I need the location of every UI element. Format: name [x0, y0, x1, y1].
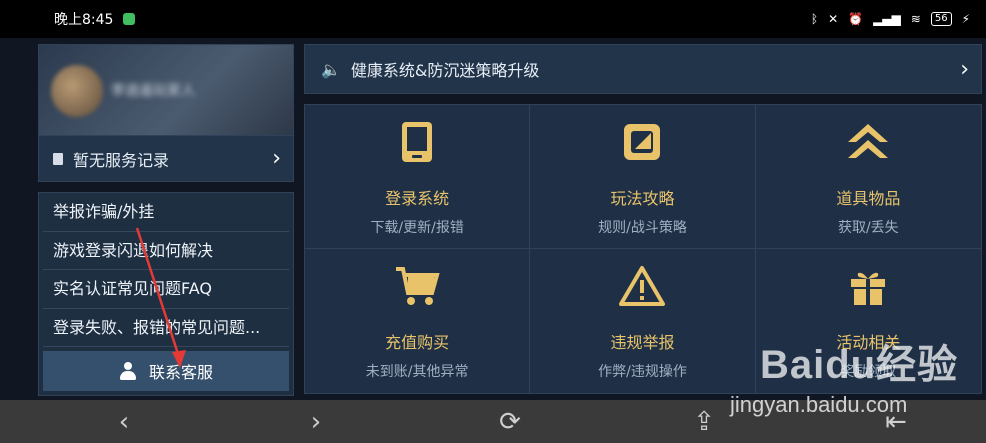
- category-subtitle: 获取/丢失: [837, 220, 899, 236]
- category-items[interactable]: 道具物品 获取/丢失: [755, 105, 981, 249]
- back-icon[interactable]: ‹: [108, 406, 140, 438]
- profile-card[interactable]: 李逍遥玩家人: [38, 44, 294, 136]
- share-icon[interactable]: ⇪: [688, 406, 720, 438]
- watermark-logo: Baidu经验 jingyan.baidu.com: [730, 330, 980, 440]
- service-record-row[interactable]: 暂无服务记录 ›: [38, 136, 294, 182]
- charging-icon: ⚡: [961, 12, 970, 26]
- battery-icon: 56: [930, 12, 952, 26]
- document-icon: [53, 152, 63, 165]
- category-title: 违规举报: [610, 333, 675, 352]
- tablet-icon: [394, 119, 440, 165]
- service-record-label: 暂无服务记录: [73, 150, 170, 170]
- chevron-right-icon: ›: [272, 146, 281, 171]
- alarm-icon: ⏰: [848, 12, 864, 26]
- chevron-right-icon: ›: [960, 56, 969, 82]
- category-subtitle: 作弊/违规操作: [598, 364, 687, 380]
- faq-item[interactable]: 登录失败、报错的常见问题...: [43, 309, 289, 347]
- faq-item[interactable]: 游戏登录闪退如何解决: [43, 232, 289, 270]
- person-icon: [119, 362, 137, 380]
- faq-list: 举报诈骗/外挂 游戏登录闪退如何解决 实名认证常见问题FAQ 登录失败、报错的常…: [38, 192, 294, 396]
- notification-app-icon: [123, 13, 136, 25]
- watermark-brand: Baidu经验: [760, 343, 959, 387]
- status-icons: ᛒ ✕ ⏰ ▂▄▆ ≋ 56 ⚡: [811, 12, 970, 26]
- wifi-icon: ≋: [910, 12, 921, 26]
- cart-icon: [394, 263, 440, 309]
- category-title: 登录系统: [385, 189, 450, 208]
- gift-icon: [845, 263, 891, 309]
- guide-icon: [619, 119, 665, 165]
- category-subtitle: 未到账/其他异常: [365, 364, 469, 380]
- category-guide[interactable]: 玩法攻略 规则/战斗策略: [530, 105, 756, 249]
- watermark-url: jingyan.baidu.com: [730, 392, 908, 417]
- profile-name: 李逍遥玩家人: [111, 83, 195, 99]
- signal-icon: ▂▄▆: [873, 12, 901, 26]
- chevron-up-double-icon: [845, 119, 891, 165]
- left-column: 李逍遥玩家人 暂无服务记录 › 举报诈骗/外挂 游戏登录闪退如何解决 实名认证常…: [38, 44, 294, 396]
- contact-support-button[interactable]: 联系客服: [43, 351, 289, 391]
- refresh-icon[interactable]: ⟳: [494, 406, 526, 438]
- avatar: [51, 65, 103, 117]
- category-subtitle: 规则/战斗策略: [598, 220, 687, 236]
- status-bar: 晚上8:45 ᛒ ✕ ⏰ ▂▄▆ ≋ 56 ⚡: [0, 0, 986, 38]
- category-report[interactable]: 违规举报 作弊/违规操作: [530, 249, 756, 393]
- category-title: 充值购买: [385, 333, 450, 352]
- mute-icon: ✕: [828, 12, 839, 26]
- speaker-icon: 🔈: [321, 59, 341, 79]
- faq-item[interactable]: 举报诈骗/外挂: [43, 193, 289, 232]
- bluetooth-icon: ᛒ: [810, 12, 819, 26]
- forward-icon[interactable]: ›: [300, 406, 332, 438]
- category-subtitle: 下载/更新/报错: [370, 220, 464, 236]
- notice-text: 健康系统&防沉迷策略升级: [350, 61, 540, 80]
- warning-icon: [619, 263, 666, 309]
- category-title: 玩法攻略: [610, 189, 675, 208]
- faq-item[interactable]: 实名认证常见问题FAQ: [43, 270, 289, 309]
- status-time: 晚上8:45: [54, 12, 114, 28]
- category-login[interactable]: 登录系统 下载/更新/报错: [305, 105, 531, 249]
- notice-banner[interactable]: 🔈 健康系统&防沉迷策略升级 ›: [304, 44, 982, 94]
- contact-support-label: 联系客服: [148, 363, 213, 382]
- category-title: 道具物品: [836, 189, 901, 208]
- category-purchase[interactable]: 充值购买 未到账/其他异常: [305, 249, 531, 393]
